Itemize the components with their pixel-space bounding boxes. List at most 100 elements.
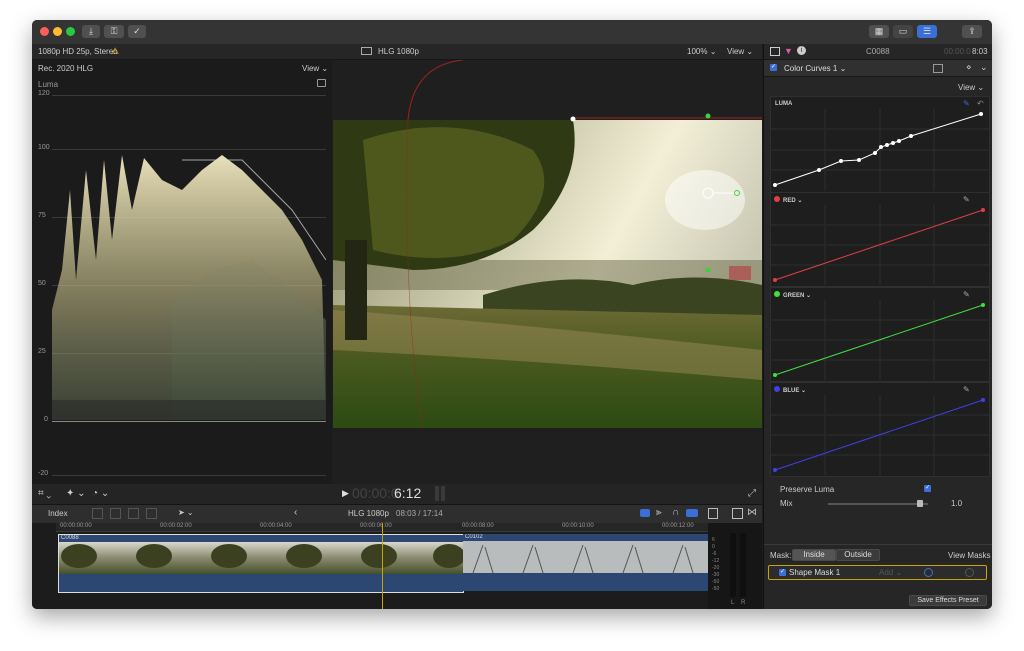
meter-tick: -6 bbox=[712, 551, 717, 557]
ruler-tick: 00:00:00:00 bbox=[60, 523, 92, 529]
color-inspector-icon[interactable]: ▼ bbox=[784, 46, 793, 56]
mask-button[interactable] bbox=[933, 64, 943, 73]
index-button[interactable]: Index bbox=[48, 509, 68, 518]
blue-curve-panel[interactable]: BLUE ⌄ ✎ bbox=[770, 382, 990, 477]
insert-clip-icon[interactable] bbox=[110, 508, 121, 519]
viewer-view-menu[interactable]: View ⌄ bbox=[727, 47, 753, 56]
clip-appearance-icon[interactable] bbox=[708, 508, 718, 519]
magic-wand-icon: ✦ bbox=[66, 488, 75, 499]
mask-control-point[interactable] bbox=[705, 113, 711, 119]
warning-icon[interactable]: ⚠ bbox=[111, 46, 119, 57]
close-window-button[interactable] bbox=[40, 27, 49, 36]
meter-tick: 6 bbox=[712, 537, 715, 543]
reset-icon[interactable]: ↶ bbox=[977, 99, 984, 108]
effects-browser-icon[interactable] bbox=[732, 508, 743, 519]
eyedropper-icon[interactable]: ✎ bbox=[963, 385, 970, 394]
skimming-icon[interactable]: ⫸ bbox=[656, 507, 662, 518]
curve-label[interactable]: RED ⌄ bbox=[783, 197, 802, 204]
mix-slider-knob[interactable] bbox=[917, 500, 923, 507]
mask-inside-tab[interactable]: Inside bbox=[792, 549, 836, 561]
fullscreen-icon[interactable]: ⤢ bbox=[748, 488, 756, 499]
timeline-toggle-button[interactable]: ▭ bbox=[893, 25, 913, 38]
chevron-down-icon[interactable]: ⌄ bbox=[980, 62, 988, 73]
share-button[interactable]: ⇪ bbox=[962, 25, 982, 38]
red-curve-panel[interactable]: RED ⌄ ✎ bbox=[770, 192, 990, 287]
minimize-window-button[interactable] bbox=[53, 27, 62, 36]
overwrite-clip-icon[interactable] bbox=[146, 508, 157, 519]
zoom-menu[interactable]: 100% ⌄ bbox=[687, 47, 716, 56]
inspector-view-menu[interactable]: View ⌄ bbox=[958, 83, 984, 92]
browser-toggle-button[interactable]: ▦ bbox=[869, 25, 889, 38]
background-tasks-button[interactable]: ✓ bbox=[128, 25, 146, 38]
green-curve-panel[interactable]: GREEN ⌄ ✎ bbox=[770, 287, 990, 382]
scope-tick: -20 bbox=[38, 470, 49, 477]
effect-menu[interactable]: Color Curves 1 ⌄ bbox=[784, 64, 846, 73]
clip-name: C0088 bbox=[61, 535, 79, 541]
mask-outside-tab[interactable]: Outside bbox=[836, 549, 880, 561]
scope-view-menu[interactable]: View ⌄ bbox=[302, 64, 328, 73]
mask-control-point[interactable] bbox=[705, 267, 711, 273]
luma-curve-panel[interactable]: LUMA ✎ ↶ bbox=[770, 96, 990, 193]
meter-scale: 6 0 -6 -12 -20 -30 -50 -50 bbox=[712, 537, 719, 593]
meter-tick: 0 bbox=[712, 544, 715, 550]
import-button[interactable]: ⤓ bbox=[82, 25, 100, 38]
audio-meter-mini bbox=[435, 486, 439, 501]
right-channel-label: R bbox=[741, 600, 746, 606]
ruler-tick: 00:00:04:00 bbox=[260, 523, 292, 529]
shape-mask-checkbox[interactable]: ✓ bbox=[779, 569, 786, 576]
mask-shape-icon[interactable] bbox=[924, 568, 933, 577]
playhead-timecode[interactable]: 6:12 bbox=[394, 485, 421, 501]
headphones-icon[interactable]: ∩ bbox=[672, 507, 679, 518]
curve-label[interactable]: BLUE ⌄ bbox=[783, 387, 806, 394]
curve-label[interactable]: GREEN ⌄ bbox=[783, 292, 811, 299]
green-curve-graph[interactable] bbox=[771, 300, 989, 380]
mask-options-icon[interactable] bbox=[965, 568, 974, 577]
luma-curve-graph[interactable] bbox=[771, 109, 989, 191]
play-button[interactable]: ▶ bbox=[342, 488, 349, 499]
viewer-info-bar: 1080p HD 25p, Stereo ⚠ HLG 1080p 100% ⌄ … bbox=[32, 44, 762, 60]
timeline-clip[interactable]: C0102 bbox=[463, 534, 709, 591]
scope-tick: 100 bbox=[38, 144, 50, 151]
keywords-button[interactable]: ⚿ bbox=[104, 25, 124, 38]
snapping-icon[interactable] bbox=[686, 509, 698, 517]
shape-mask-row[interactable]: ✓ Shape Mask 1 Add ⌄ bbox=[768, 565, 987, 580]
shape-mask-overlay[interactable] bbox=[333, 60, 762, 484]
effect-enable-checkbox[interactable]: ✓ bbox=[770, 64, 777, 71]
connect-clip-icon[interactable] bbox=[92, 508, 103, 519]
add-mask-button[interactable]: Add ⌄ bbox=[879, 568, 902, 577]
mask-center-handle[interactable] bbox=[702, 187, 714, 199]
transform-menu[interactable]: ✦ ⌄ bbox=[66, 488, 86, 499]
speed-menu[interactable]: ◔ ⌄ bbox=[92, 488, 109, 499]
crop-menu[interactable]: ⌗ ⌄ bbox=[38, 488, 51, 499]
blue-curve-graph[interactable] bbox=[771, 395, 989, 475]
info-icon[interactable]: i bbox=[797, 46, 806, 55]
add-mask-label: Add bbox=[879, 568, 894, 577]
eyedropper-icon[interactable]: ✎ bbox=[963, 290, 970, 299]
arrow-cursor-icon: ➤ bbox=[178, 508, 185, 517]
clip-filmstrip bbox=[59, 542, 463, 574]
eyedropper-icon[interactable]: ✎ bbox=[963, 195, 970, 204]
mask-control-point[interactable] bbox=[570, 116, 576, 122]
mix-slider[interactable] bbox=[828, 500, 928, 507]
preserve-luma-checkbox[interactable]: ✓ bbox=[924, 485, 931, 492]
back-arrow-icon[interactable]: ‹ bbox=[294, 507, 297, 518]
viewer-canvas[interactable] bbox=[333, 60, 762, 484]
video-audio-toggle-icon[interactable] bbox=[640, 509, 650, 517]
playhead[interactable] bbox=[382, 523, 383, 609]
timeline-clip[interactable]: C0088 bbox=[58, 534, 464, 593]
video-inspector-icon[interactable] bbox=[770, 47, 780, 56]
zoom-window-button[interactable] bbox=[66, 27, 75, 36]
view-masks-button[interactable]: View Masks bbox=[948, 551, 991, 560]
append-clip-icon[interactable] bbox=[128, 508, 139, 519]
mix-value[interactable]: 1.0 bbox=[951, 499, 962, 508]
inspector-toggle-button[interactable]: ☰ bbox=[917, 25, 937, 38]
transitions-icon[interactable]: ⋈ bbox=[747, 507, 757, 518]
ruler-tick: 00:00:10:00 bbox=[562, 523, 594, 529]
eyedropper-icon[interactable]: ✎ bbox=[963, 99, 970, 108]
save-effects-preset-button[interactable]: Save Effects Preset bbox=[909, 595, 987, 606]
divider bbox=[764, 544, 992, 545]
red-curve-graph[interactable] bbox=[771, 205, 989, 285]
scope-settings-icon[interactable] bbox=[317, 79, 326, 87]
reset-options-icon[interactable]: ⋄ bbox=[966, 62, 972, 73]
select-tool-menu[interactable]: ➤ ⌄ bbox=[178, 508, 194, 517]
